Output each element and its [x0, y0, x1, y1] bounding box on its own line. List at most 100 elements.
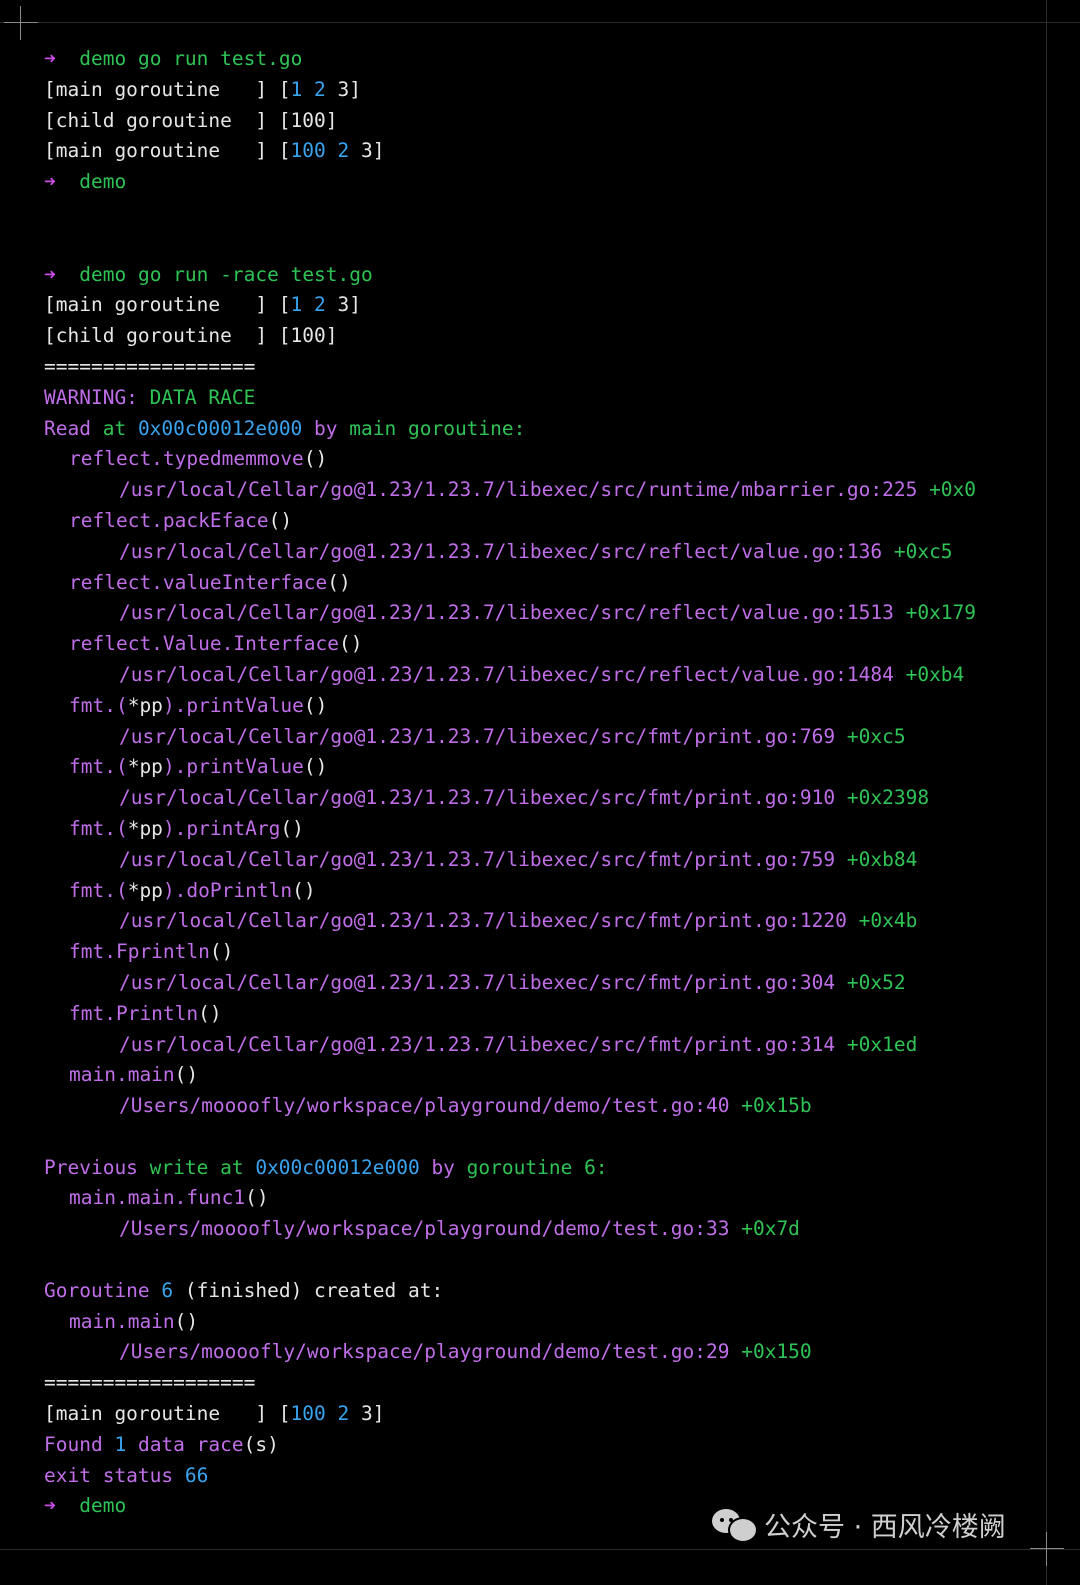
output-segment: +0xc5 [835, 724, 906, 748]
output-line: /usr/local/Cellar/go@1.23/1.23.7/libexec… [44, 783, 1044, 814]
output-line: fmt.(*pp).printValue() [44, 752, 1044, 783]
output-line: reflect.typedmemmove() [44, 444, 1044, 475]
output-segment: +0x0 [917, 478, 977, 502]
output-segment: +0x15b [729, 1094, 812, 1118]
output-segment: fmt.Println [69, 1001, 199, 1025]
prompt-line: ➜ demo go run test.go [44, 44, 1044, 75]
output-segment: /usr/local/Cellar/go@1.23/1.23.7/libexec… [119, 909, 847, 933]
output-segment: fmt.( [69, 878, 128, 902]
output-segment: reflect.typedmemmove [69, 447, 304, 471]
output-segment: /usr/local/Cellar/go@1.23/1.23.7/libexec… [119, 724, 836, 748]
prompt-directory: demo [79, 262, 127, 286]
output-line: /usr/local/Cellar/go@1.23/1.23.7/libexec… [44, 1030, 1044, 1061]
output-line: fmt.Println() [44, 999, 1044, 1030]
output-segment: () [292, 878, 316, 902]
output-segment: [child goroutine ] [100] [44, 108, 338, 132]
output-segment: ).doPrintln [162, 878, 293, 902]
output-segment: Goroutine [44, 1278, 150, 1302]
output-line: ================== [44, 352, 1044, 383]
output-segment: /usr/local/Cellar/go@1.23/1.23.7/libexec… [119, 601, 894, 625]
output-segment: ).printValue [162, 755, 304, 779]
output-segment: 3] [349, 139, 385, 163]
output-segment [326, 1402, 338, 1425]
output-segment: 3] [325, 293, 362, 317]
output-segment [326, 139, 338, 162]
output-segment: (finished) created at: [173, 1278, 444, 1302]
output-segment: [main goroutine ] [ [44, 1402, 291, 1426]
crosshair-bottom-right-icon [1030, 1532, 1064, 1566]
output-segment: 2 [314, 77, 326, 101]
output-segment: /usr/local/Cellar/go@1.23/1.23.7/libexec… [119, 478, 918, 502]
output-segment: /Users/moooofly/workspace/playground/dem… [119, 1094, 730, 1118]
prompt-arrow-icon: ➜ [44, 1494, 56, 1518]
output-line: /usr/local/Cellar/go@1.23/1.23.7/libexec… [44, 537, 1044, 568]
frame-top-line [0, 22, 1080, 23]
prompt-command: go run test.go [137, 47, 303, 70]
output-segment [103, 1433, 115, 1456]
output-segment: () [339, 632, 363, 656]
output-segment: () [245, 1186, 269, 1210]
output-line: Previous write at 0x00c00012e000 by goro… [44, 1153, 1044, 1184]
output-segment: +0xb84 [835, 847, 918, 871]
output-segment: 3] [325, 77, 362, 101]
output-segment [302, 293, 314, 316]
output-segment: 100 [290, 1402, 326, 1426]
output-line: reflect.Value.Interface() [44, 629, 1044, 660]
output-segment: 66 [184, 1463, 209, 1487]
output-segment [173, 1464, 185, 1487]
output-segment: 1 [290, 77, 303, 101]
output-segment: 1 [114, 1432, 127, 1456]
crosshair-top-left-icon [4, 6, 38, 40]
prompt-line: ➜ demo [44, 167, 1044, 198]
output-segment: *pp [127, 693, 163, 717]
watermark: 公众号 · 西风冷楼阙 [712, 1504, 1006, 1544]
output-line: [main goroutine ] [1 2 3] [44, 290, 1044, 321]
output-segment: *pp [127, 816, 163, 840]
output-segment: by [419, 1155, 467, 1179]
output-line: fmt.Fprintln() [44, 937, 1044, 968]
output-segment: /usr/local/Cellar/go@1.23/1.23.7/libexec… [119, 539, 883, 563]
output-segment: reflect.Value.Interface [69, 632, 340, 656]
terminal-output: ➜ demo go run test.go [main goroutine ] [… [44, 44, 1044, 1522]
output-segment: by [302, 416, 350, 440]
output-segment: Read [44, 416, 91, 440]
prompt-arrow-icon: ➜ [44, 262, 56, 286]
output-segment: DATA RACE [137, 385, 256, 409]
output-segment: () [268, 508, 293, 532]
output-line: /usr/local/Cellar/go@1.23/1.23.7/libexec… [44, 906, 1044, 937]
output-segment: +0x7d [729, 1217, 800, 1241]
output-line: /usr/local/Cellar/go@1.23/1.23.7/libexec… [44, 660, 1044, 691]
output-line: /usr/local/Cellar/go@1.23/1.23.7/libexec… [44, 968, 1044, 999]
output-segment: 2 [337, 1402, 350, 1426]
output-line: [main goroutine ] [100 2 3] [44, 136, 1044, 167]
output-segment: (s) [243, 1432, 279, 1456]
output-line: reflect.packEface() [44, 506, 1044, 537]
output-segment: /Users/moooofly/workspace/playground/dem… [119, 1340, 730, 1364]
output-segment: reflect.packEface [69, 508, 269, 532]
output-line: /usr/local/Cellar/go@1.23/1.23.7/libexec… [44, 845, 1044, 876]
prompt-directory: demo [79, 1494, 127, 1518]
output-segment: ).printValue [162, 693, 304, 717]
output-segment: 6 [161, 1278, 174, 1302]
output-segment: 3] [349, 1402, 385, 1426]
output-segment: /usr/local/Cellar/go@1.23/1.23.7/libexec… [119, 786, 836, 810]
watermark-text: 公众号 · 西风冷楼阙 [764, 1511, 1006, 1543]
output-segment: /usr/local/Cellar/go@1.23/1.23.7/libexec… [119, 847, 836, 871]
output-segment: 1 [290, 293, 303, 317]
output-segment: 2 [337, 139, 350, 163]
output-line: ================== [44, 1368, 1044, 1399]
output-segment: +0x179 [893, 601, 977, 625]
output-line: /usr/local/Cellar/go@1.23/1.23.7/libexec… [44, 475, 1044, 506]
output-segment: () [280, 816, 304, 840]
output-segment: [main goroutine ] [ [44, 293, 291, 317]
output-segment: [child goroutine ] [100] [44, 324, 338, 348]
output-line: Read at 0x00c00012e000 by main goroutine… [44, 414, 1044, 445]
output-line: main.main.func1() [44, 1183, 1044, 1214]
output-segment: [main goroutine ] [ [44, 77, 291, 101]
output-segment: /usr/local/Cellar/go@1.23/1.23.7/libexec… [119, 970, 836, 994]
output-segment: WARNING: [44, 385, 138, 409]
output-line: [main goroutine ] [1 2 3] [44, 75, 1044, 106]
output-segment: () [303, 755, 328, 779]
